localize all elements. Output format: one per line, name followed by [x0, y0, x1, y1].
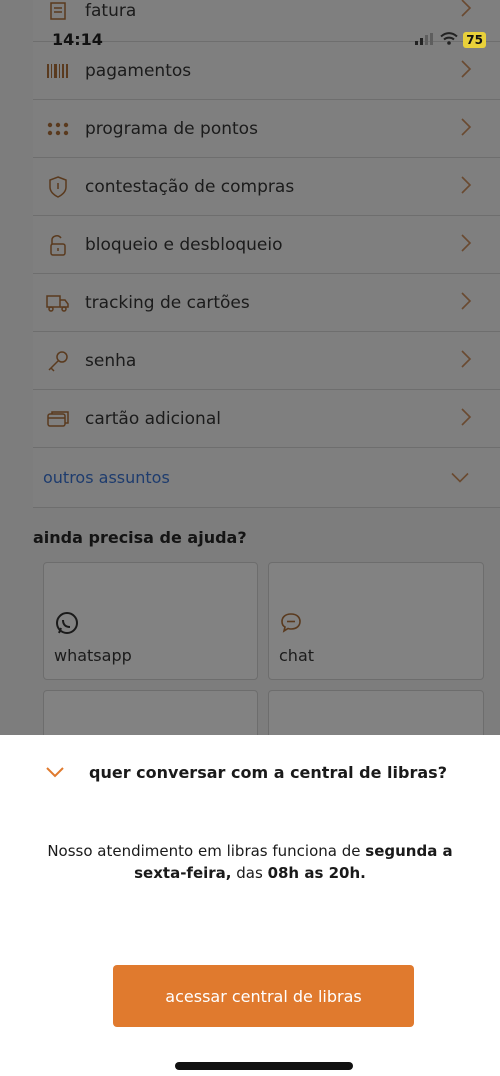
menu-item-label: programa de pontos [85, 118, 258, 139]
card-icon [45, 406, 71, 432]
whatsapp-icon [54, 611, 80, 641]
menu-item-contestacao-de-compras[interactable]: contestação de compras [33, 158, 500, 216]
document-icon [45, 0, 71, 24]
menu-item-label: pagamentos [85, 60, 192, 81]
shield-icon [45, 174, 71, 200]
other-topics-label: outros assuntos [43, 468, 170, 487]
menu-item-label: fatura [85, 0, 137, 21]
sheet-title: quer conversar com a central de libras? [89, 763, 447, 782]
chevron-down-icon [450, 468, 470, 487]
sheet-header[interactable]: quer conversar com a central de libras? [45, 763, 447, 782]
help-card-partial[interactable] [268, 690, 484, 735]
chat-card[interactable]: chat [268, 562, 484, 680]
sheet-description: Nosso atendimento em libras funciona de … [40, 840, 460, 884]
background-screen: fatura pagamentos programa de pontos con… [0, 0, 500, 735]
menu-item-senha[interactable]: senha [33, 332, 500, 390]
description-text: Nosso atendimento em libras funciona de [47, 842, 366, 860]
menu-item-label: contestação de compras [85, 176, 295, 197]
menu-item-label: cartão adicional [85, 408, 221, 429]
status-time: 14:14 [52, 30, 103, 49]
menu-item-label: bloqueio e desbloqueio [85, 234, 283, 255]
chevron-right-icon [460, 407, 472, 431]
status-indicators: 75 [415, 30, 486, 49]
topic-list: fatura pagamentos programa de pontos con… [33, 0, 500, 448]
home-indicator [175, 1062, 353, 1070]
menu-item-programa-de-pontos[interactable]: programa de pontos [33, 100, 500, 158]
libras-bottom-sheet: quer conversar com a central de libras? … [0, 735, 500, 1076]
chevron-right-icon [460, 233, 472, 257]
menu-item-tracking-de-cartoes[interactable]: tracking de cartões [33, 274, 500, 332]
other-topics-toggle[interactable]: outros assuntos [33, 448, 500, 508]
menu-item-label: tracking de cartões [85, 292, 250, 313]
battery-indicator: 75 [463, 31, 486, 48]
chevron-right-icon [460, 59, 472, 83]
chat-icon [279, 611, 303, 639]
help-section-title: ainda precisa de ajuda? [33, 528, 247, 547]
help-card-partial[interactable] [43, 690, 258, 735]
menu-item-label: senha [85, 350, 137, 371]
truck-icon [45, 290, 71, 316]
description-hours: 08h as 20h. [267, 864, 366, 882]
chevron-right-icon [460, 175, 472, 199]
access-libras-button[interactable]: acessar central de libras [113, 965, 414, 1027]
chevron-right-icon [460, 117, 472, 141]
chevron-right-icon [460, 349, 472, 373]
chevron-right-icon [460, 291, 472, 315]
key-icon [45, 348, 71, 374]
whatsapp-card[interactable]: whatsapp [43, 562, 258, 680]
lock-icon [45, 232, 71, 258]
menu-item-bloqueio-e-desbloqueio[interactable]: bloqueio e desbloqueio [33, 216, 500, 274]
menu-item-pagamentos[interactable]: pagamentos [33, 42, 500, 100]
chevron-right-icon [460, 0, 472, 22]
description-text: das [231, 864, 268, 882]
card-label: whatsapp [54, 646, 132, 665]
card-label: chat [279, 646, 315, 665]
signal-icon [415, 30, 435, 49]
chevron-down-icon[interactable] [45, 763, 65, 782]
wifi-icon [440, 30, 458, 49]
barcode-icon [45, 58, 71, 84]
dots-icon [45, 116, 71, 142]
menu-item-cartao-adicional[interactable]: cartão adicional [33, 390, 500, 448]
